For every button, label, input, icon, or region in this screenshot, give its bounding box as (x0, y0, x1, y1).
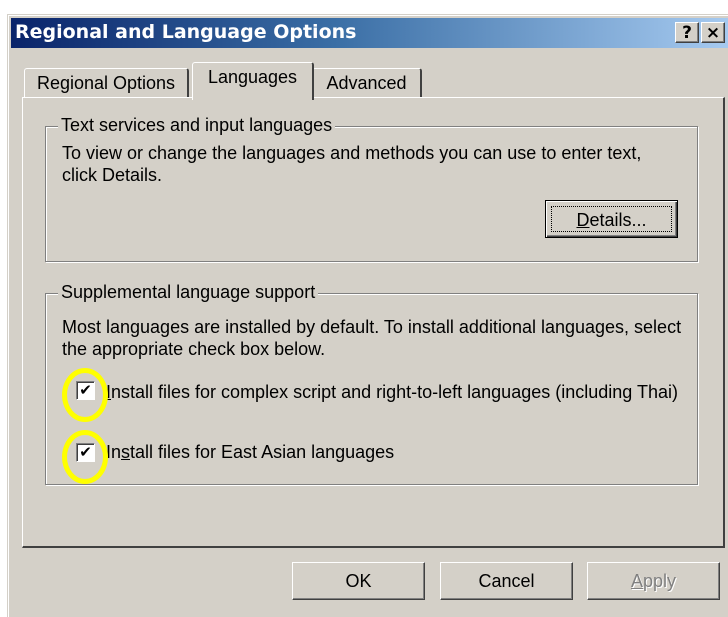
text-services-legend: Text services and input languages (58, 115, 336, 136)
close-button[interactable]: × (701, 22, 725, 43)
supplemental-legend: Supplemental language support (58, 282, 319, 303)
east-asian-label-text: tall files for East Asian languages (130, 442, 395, 462)
apply-accel: A (630, 571, 643, 591)
ok-button[interactable]: OK (292, 562, 425, 600)
window-title: Regional and Language Options (15, 21, 357, 43)
complex-script-label[interactable]: Install files for complex script and rig… (106, 381, 686, 403)
east-asian-label-before: In (106, 442, 122, 462)
east-asian-accel: s (121, 442, 131, 462)
apply-button[interactable]: Apply (587, 562, 720, 600)
text-services-description: To view or change the languages and meth… (62, 143, 642, 185)
details-accel: D (576, 210, 590, 230)
supplemental-description: Most languages are installed by default.… (62, 317, 682, 359)
highlight-circle-complex (62, 368, 108, 422)
highlight-circle-east-asian (62, 430, 108, 484)
details-label: etails... (589, 210, 647, 230)
cancel-button[interactable]: Cancel (440, 562, 573, 600)
details-button[interactable]: Details... (545, 200, 678, 238)
east-asian-label[interactable]: Install files for East Asian languages (106, 441, 394, 463)
help-button[interactable]: ? (675, 22, 699, 43)
tab-advanced[interactable]: Advanced (312, 68, 422, 98)
tab-regional-options[interactable]: Regional Options (24, 68, 189, 98)
apply-label: pply (642, 571, 677, 591)
complex-label-text: nstall files for complex script and righ… (111, 382, 678, 402)
tab-languages[interactable]: Languages (192, 62, 314, 100)
title-bar[interactable]: Regional and Language Options ? × (11, 18, 728, 48)
details-button-focus: Details... (551, 206, 672, 232)
